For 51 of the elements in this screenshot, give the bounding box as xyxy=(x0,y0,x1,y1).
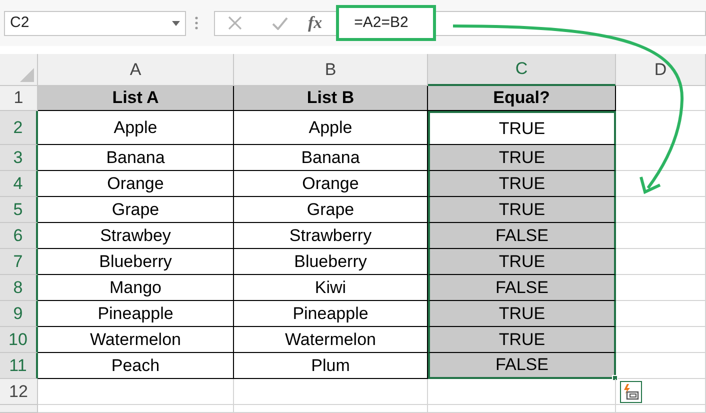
row-header[interactable]: 9 xyxy=(0,301,38,327)
checkmark-icon[interactable] xyxy=(272,16,288,30)
table-cell: Banana xyxy=(38,145,234,171)
row-header[interactable]: 10 xyxy=(0,327,38,353)
column-header[interactable]: C xyxy=(428,54,616,86)
row-header[interactable]: 3 xyxy=(0,145,38,171)
row-header[interactable]: 2 xyxy=(0,111,38,145)
table-cell: TRUE xyxy=(428,145,616,171)
fill-handle[interactable] xyxy=(612,375,618,381)
table-cell: Watermelon xyxy=(38,327,234,353)
row-header[interactable]: 1 xyxy=(0,86,38,111)
table-cell: TRUE xyxy=(428,327,616,353)
table-cell: FALSE xyxy=(428,353,616,379)
table-cell: Apple xyxy=(38,111,234,145)
cancel-icon[interactable] xyxy=(228,16,242,30)
column-header[interactable]: B xyxy=(234,54,428,86)
row-header[interactable] xyxy=(0,405,38,413)
table-cell: TRUE xyxy=(428,197,616,223)
table-cell: Equal? xyxy=(428,86,616,111)
table-cell: Strawbey xyxy=(38,223,234,249)
table-cell: FALSE xyxy=(428,223,616,249)
table-cell: Blueberry xyxy=(38,249,234,275)
dropdown-caret-icon xyxy=(172,20,180,26)
insert-function-button[interactable]: fx xyxy=(308,10,322,36)
row-header[interactable]: 12 xyxy=(0,379,38,405)
table-cell: List B xyxy=(234,86,428,111)
column-header[interactable]: D xyxy=(616,54,706,86)
row-header[interactable]: 11 xyxy=(0,353,38,379)
row-header[interactable]: 4 xyxy=(0,171,38,197)
row-header[interactable]: 5 xyxy=(0,197,38,223)
formula-field[interactable]: =A2=B2 xyxy=(336,5,436,41)
select-all-icon[interactable] xyxy=(20,68,34,82)
flash-fill-options-button[interactable] xyxy=(620,381,642,403)
table-cell: TRUE xyxy=(428,301,616,327)
table-cell: TRUE xyxy=(428,171,616,197)
row-header[interactable]: 8 xyxy=(0,275,38,301)
table-cell: Pineapple xyxy=(38,301,234,327)
table-cell: Grape xyxy=(38,197,234,223)
table-cell: Orange xyxy=(38,171,234,197)
row-header[interactable]: 6 xyxy=(0,223,38,249)
table-cell: Apple xyxy=(234,111,428,145)
name-box[interactable]: C2 xyxy=(4,10,186,36)
table-cell: Peach xyxy=(38,353,234,379)
drag-handle-icon[interactable] xyxy=(195,16,198,30)
flash-fill-icon xyxy=(623,384,639,400)
row-header[interactable]: 7 xyxy=(0,249,38,275)
table-cell: TRUE xyxy=(428,249,616,275)
table-cell: Mango xyxy=(38,275,234,301)
table-cell: FALSE xyxy=(428,275,616,301)
column-header[interactable]: A xyxy=(38,54,234,86)
table-cell: List A xyxy=(38,86,234,111)
